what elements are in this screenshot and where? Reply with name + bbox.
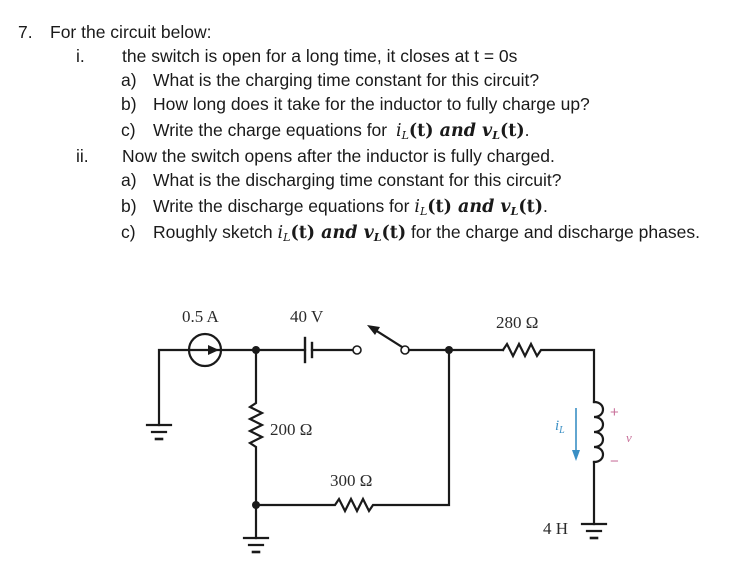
junction-dot — [252, 501, 260, 509]
label-resistor-280: 280 Ω — [496, 313, 538, 332]
junction-dot — [445, 346, 453, 354]
switch-terminal-left — [352, 345, 362, 355]
label-plus: + — [610, 404, 619, 421]
label-voltage-source: 40 V — [290, 307, 324, 326]
inductor-current-arrowhead-icon — [572, 450, 580, 461]
label-inductor: 4 H — [543, 519, 568, 538]
current-sub: L — [558, 425, 565, 436]
label-resistor-300: 300 Ω — [330, 471, 372, 490]
resistor-200 — [247, 348, 265, 540]
circuit-diagram: 0.5 A 40 V 280 Ω 200 Ω 300 Ω 4 H iL + − … — [145, 307, 632, 554]
label-voltage-v: v — [626, 430, 632, 445]
label-minus: − — [610, 453, 619, 470]
junction-dot — [252, 346, 260, 354]
label-current-source: 0.5 A — [182, 307, 220, 326]
label-resistor-200: 200 Ω — [270, 420, 312, 439]
label-current-i: iL — [555, 418, 565, 436]
resistor-280 — [501, 341, 596, 404]
wire-left — [157, 348, 191, 427]
current-source-arrow-icon — [208, 345, 219, 355]
inductor-coil — [592, 400, 605, 464]
switch-arrow-icon — [367, 325, 380, 335]
